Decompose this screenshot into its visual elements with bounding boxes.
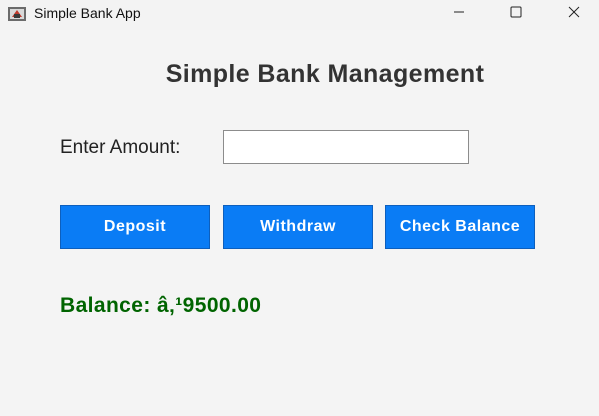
amount-input[interactable] [223,130,469,164]
app-window: Simple Bank App Simple Bank Management E… [0,0,599,416]
window-title: Simple Bank App [34,5,141,21]
close-icon [568,5,580,23]
deposit-button[interactable]: Deposit [60,205,210,249]
java-cup-icon [7,5,27,23]
withdraw-button[interactable]: Withdraw [223,205,373,249]
amount-label: Enter Amount: [60,137,181,158]
page-title: Simple Bank Management [165,60,485,88]
check-balance-button[interactable]: Check Balance [385,205,535,249]
minimize-icon [453,5,465,23]
title-bar[interactable]: Simple Bank App [0,0,599,30]
maximize-icon [510,5,522,23]
close-button[interactable] [546,0,599,28]
minimize-button[interactable] [431,0,487,28]
balance-display: Balance: â‚¹9500.00 [60,294,262,317]
maximize-button[interactable] [488,0,544,28]
